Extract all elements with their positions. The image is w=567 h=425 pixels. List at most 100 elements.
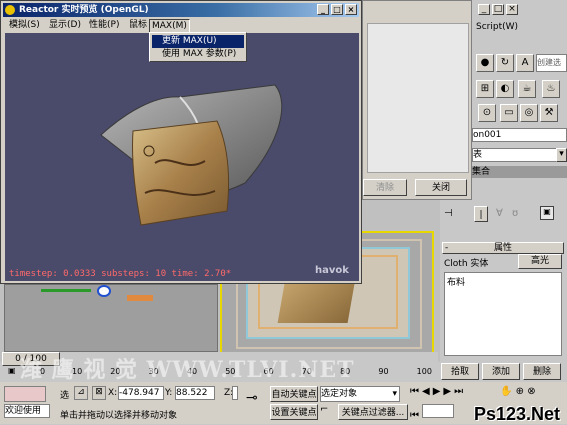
cloth-list-item[interactable]: 布料 [445,273,561,290]
teapot-icon[interactable]: ♨ [542,80,560,98]
menu-simulate[interactable]: 模拟(S) [7,19,42,31]
timestep-status: timestep: 0.0333 substeps: 10 time: 2.70… [9,269,232,279]
key-filter-icon[interactable]: ⌐ [320,404,334,420]
key-filter-button[interactable]: 关键点过滤器... [338,404,408,420]
hierarchy-tab-icon[interactable]: ⚒ [540,104,558,122]
pick-button[interactable]: 拾取 [441,363,479,380]
object-name-field[interactable]: on001 [472,128,567,142]
reactor-title-bar[interactable]: Reactor 实时预览 (OpenGL) _ □ × [3,3,359,17]
close-window-button[interactable]: × [506,4,518,15]
minimize-button[interactable]: _ [478,4,490,15]
max-dropdown-menu: 更新 MAX(U) 使用 MAX 参数(P) [149,32,247,62]
tick-label: 100 [416,367,432,376]
bottom-left-viewport[interactable] [4,284,218,352]
axis-gizmo-circle[interactable] [97,285,111,297]
script-menu[interactable]: Script(W) [476,22,518,32]
cloth-list[interactable]: 布料 [444,272,562,356]
trackbar-icon[interactable]: ▣ [8,366,16,375]
welcome-text: 欢迎使用 [4,404,50,418]
set-key-button[interactable]: 设置关键点 [270,404,318,420]
background-dialog-body [367,23,469,173]
reactor-title: Reactor 实时预览 (OpenGL) [19,5,149,15]
reactor-viewport[interactable]: timestep: 0.0333 substeps: 10 time: 2.70… [5,33,359,281]
selected-object-label: 选定对象 [321,389,358,399]
reactor-close-button[interactable]: × [345,4,357,15]
watermark-site1: 潍 鹰 视 觉 WWW.TLVI.NET [20,357,355,383]
y-coordinate-field[interactable]: 88.522 [175,386,215,400]
rollout-collapse-icon: - [445,243,449,253]
absolute-mode-icon[interactable]: ⊠ [92,386,106,400]
selection-set-dropdown[interactable]: 选定对象 ▾ [320,386,400,402]
select-label: 选 [60,391,70,401]
goto-start-icon[interactable]: ⏮ [410,386,422,397]
configure-sets-icon[interactable]: ▣ [540,206,554,220]
background-dialog: 清除 关闭 [362,0,472,200]
toolbar-icon-3[interactable]: A [516,54,534,72]
key-icon[interactable]: ⊸ [246,390,258,406]
reactor-menubar: 模拟(S) 显示(D) 性能(P) 鼠标 MAX(M) [3,18,359,33]
toolbar-icon-1[interactable]: ● [476,54,494,72]
havok-logo: havok [315,265,349,276]
display-tab-icon[interactable]: ▭ [500,104,518,122]
render-icon[interactable]: ☕ [518,80,536,98]
reactor-window: Reactor 实时预览 (OpenGL) _ □ × 模拟(S) 显示(D) … [0,0,362,284]
close-button[interactable]: 关闭 [415,179,467,196]
background-dialog-title [363,1,471,19]
update-max-item[interactable]: 更新 MAX(U) [152,35,244,48]
rollout-title: 属性 [493,243,512,253]
axis-gizmo-green [41,289,91,292]
menu-max[interactable]: MAX(M) [149,19,190,33]
lock-selection-icon[interactable]: ⊿ [74,386,88,400]
x-coordinate-field[interactable]: -478.947 [118,386,164,400]
use-max-params-item[interactable]: 使用 MAX 参数(P) [152,48,244,61]
show-end-result-icon[interactable]: | [474,206,488,222]
collection-item[interactable]: 集合 [472,166,567,178]
play-icon[interactable]: ▶ [433,386,444,397]
remove-modifier-icon[interactable]: ʊ [512,208,518,219]
menu-mouse[interactable]: 鼠标 [127,19,149,31]
reactor-minimize-button[interactable]: _ [317,4,329,15]
clear-button[interactable]: 清除 [363,179,407,196]
highlight-button[interactable]: 高光 [518,254,562,269]
delete-button[interactable]: 删除 [523,363,561,380]
cloth-label: Cloth 实体 [444,259,489,269]
auto-key-button[interactable]: 自动关键点 [270,386,318,402]
next-frame-icon[interactable]: ▶ [443,386,454,397]
menu-display[interactable]: 显示(D) [47,19,83,31]
book-and-map-scene [100,84,283,226]
tick-label: 90 [378,367,389,376]
menu-performance[interactable]: 性能(P) [87,19,121,31]
pin-stack-icon[interactable]: ⊣ [444,208,453,219]
add-button[interactable]: 添加 [482,363,520,380]
key-mode-icon[interactable]: ⏮ [410,410,419,421]
orbit-icon[interactable]: ⊗ [527,386,535,397]
modifier-stack-toolbar: ⊣ | ∀ ʊ ▣ [440,204,567,228]
goto-end-icon[interactable]: ⏭ [454,386,466,397]
dropdown-arrow-icon[interactable]: ▾ [556,148,567,162]
reactor-maximize-button[interactable]: □ [331,4,343,15]
reactor-title-icon [5,5,15,15]
make-unique-icon[interactable]: ∀ [496,208,503,219]
zoom-icon[interactable]: ⊕ [516,386,524,397]
dropdown-arrow-icon: ▾ [392,389,397,399]
map-sheet [131,120,229,226]
toolbar-icon-4[interactable]: ⊞ [476,80,494,98]
x-label: X: [108,388,118,398]
watermark-site2: Ps123.Net [474,404,561,424]
z-coordinate-field[interactable] [232,386,238,400]
current-frame-field[interactable] [422,404,455,418]
motion-tab-icon[interactable]: ◎ [520,104,538,122]
modifier-list-label: 表 [473,150,483,160]
axis-gizmo-orange [127,295,153,301]
maximize-button[interactable]: □ [492,4,504,15]
create-tab-icon[interactable]: ⊙ [478,104,496,122]
toolbar-icon-2[interactable]: ↻ [496,54,514,72]
create-selection-field[interactable]: 创建选 [536,54,567,72]
toolbar-icon-5[interactable]: ◐ [496,80,514,98]
rollout-header[interactable]: - 属性 [442,242,564,254]
pan-icon[interactable]: ✋ [500,386,512,397]
maxscript-listener[interactable] [4,386,46,402]
prev-frame-icon[interactable]: ◀ [422,386,433,397]
modifier-list-dropdown[interactable]: 表 [472,148,558,162]
properties-rollout: - 属性 Cloth 实体 高光 布料 [440,240,567,362]
